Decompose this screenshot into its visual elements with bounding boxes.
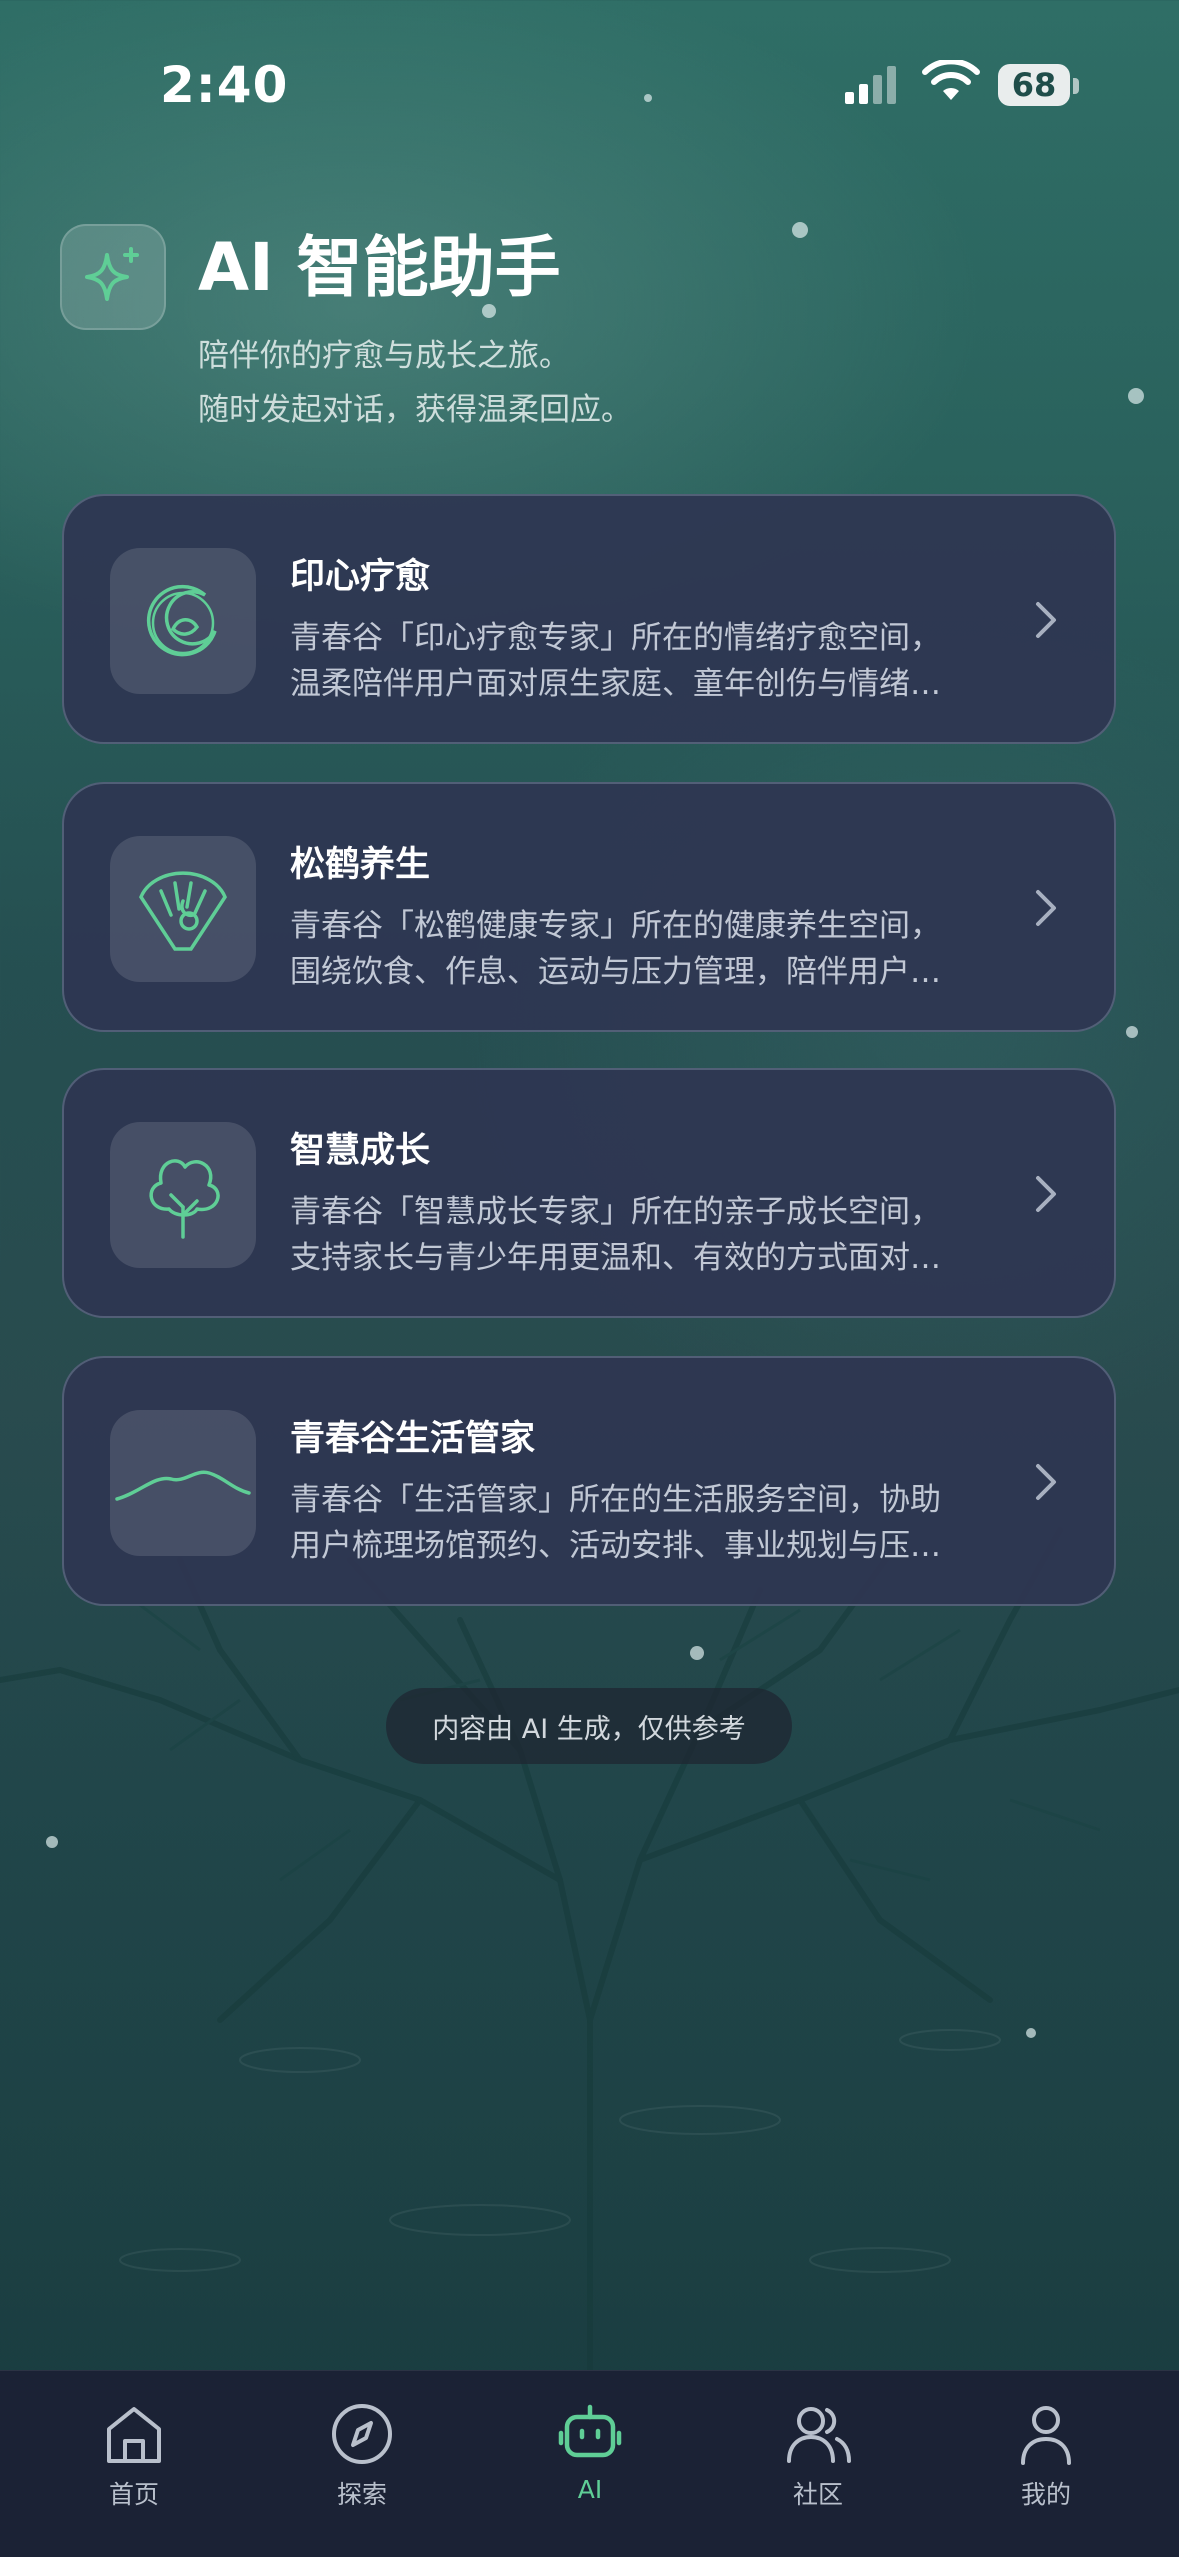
assistant-card-zhihui[interactable]: 智慧成长 青春谷「智慧成长专家」所在的亲子成长空间， 支持家长与青少年用更温和、… — [62, 1068, 1116, 1318]
card-description-line1: 青春谷「智慧成长专家」所在的亲子成长空间， — [290, 1194, 941, 1230]
tab-label: 探索 — [336, 2480, 387, 2509]
users-icon — [787, 2407, 851, 2463]
page-title: AI 智能助手 — [198, 229, 561, 306]
ai-disclaimer-badge: 内容由 AI 生成，仅供参考 — [386, 1688, 792, 1764]
tab-label: 社区 — [792, 2480, 843, 2509]
tab-label: 首页 — [108, 2480, 159, 2509]
card-description-line2: 围绕饮食、作息、运动与压力管理，陪伴用户… — [290, 954, 941, 990]
card-title: 松鹤养生 — [290, 845, 431, 885]
particle — [690, 1646, 704, 1660]
bottom-tab-bar: 首页 探索 AI 社区 我的 — [0, 2370, 1179, 2557]
particle — [1026, 2028, 1036, 2038]
particle — [1126, 1026, 1138, 1038]
tab-label: AI — [577, 2475, 603, 2504]
tab-profile[interactable]: 我的 — [976, 2401, 1116, 2511]
compass-icon — [332, 2404, 392, 2464]
battery-indicator: 68 — [998, 64, 1070, 106]
card-description-line1: 青春谷「生活管家」所在的生活服务空间，协助 — [290, 1482, 941, 1518]
home-icon — [107, 2407, 161, 2463]
robot-icon — [558, 2404, 622, 2458]
particle — [1128, 388, 1144, 404]
card-title: 智慧成长 — [290, 1131, 431, 1171]
status-time: 2:40 — [160, 56, 289, 114]
tab-ai[interactable]: AI — [520, 2401, 660, 2504]
background-tree-reflection — [0, 1527, 1179, 2400]
chevron-right-icon — [1036, 602, 1056, 638]
particle — [792, 222, 808, 238]
card-description-line2: 温柔陪伴用户面对原生家庭、童年创伤与情绪… — [290, 666, 941, 702]
fan-crane-icon — [110, 836, 256, 982]
tab-community[interactable]: 社区 — [748, 2401, 888, 2511]
card-description-line1: 青春谷「松鹤健康专家」所在的健康养生空间， — [290, 908, 941, 944]
chevron-right-icon — [1036, 1464, 1056, 1500]
mountain-icon — [110, 1410, 256, 1556]
particle — [46, 1836, 58, 1848]
sparkle-icon — [60, 224, 166, 330]
moon-leaf-icon — [110, 548, 256, 694]
battery-tip — [1073, 78, 1079, 94]
tree-icon — [110, 1122, 256, 1268]
assistant-card-yinxin[interactable]: 印心疗愈 青春谷「印心疗愈专家」所在的情绪疗愈空间， 温柔陪伴用户面对原生家庭、… — [62, 494, 1116, 744]
wifi-icon — [922, 60, 980, 100]
tab-home[interactable]: 首页 — [64, 2401, 204, 2511]
card-title: 青春谷生活管家 — [290, 1419, 536, 1459]
assistant-card-songhe[interactable]: 松鹤养生 青春谷「松鹤健康专家」所在的健康养生空间， 围绕饮食、作息、运动与压力… — [62, 782, 1116, 1032]
page-subtitle-line1: 陪伴你的疗愈与成长之旅。 — [198, 338, 570, 374]
card-title: 印心疗愈 — [290, 557, 431, 597]
user-icon — [1021, 2406, 1071, 2465]
status-bar: 2:40 68 — [0, 0, 1179, 150]
tab-label: 我的 — [1020, 2480, 1071, 2509]
cellular-signal-icon — [845, 66, 896, 104]
chevron-right-icon — [1036, 890, 1056, 926]
tab-explore[interactable]: 探索 — [292, 2401, 432, 2511]
card-description-line2: 支持家长与青少年用更温和、有效的方式面对… — [290, 1240, 941, 1276]
assistant-card-life-butler[interactable]: 青春谷生活管家 青春谷「生活管家」所在的生活服务空间，协助 用户梳理场馆预约、活… — [62, 1356, 1116, 1606]
card-description-line1: 青春谷「印心疗愈专家」所在的情绪疗愈空间， — [290, 620, 941, 656]
card-description-line2: 用户梳理场馆预约、活动安排、事业规划与压… — [290, 1528, 941, 1564]
chevron-right-icon — [1036, 1176, 1056, 1212]
page-subtitle-line2: 随时发起对话，获得温柔回应。 — [198, 392, 632, 428]
